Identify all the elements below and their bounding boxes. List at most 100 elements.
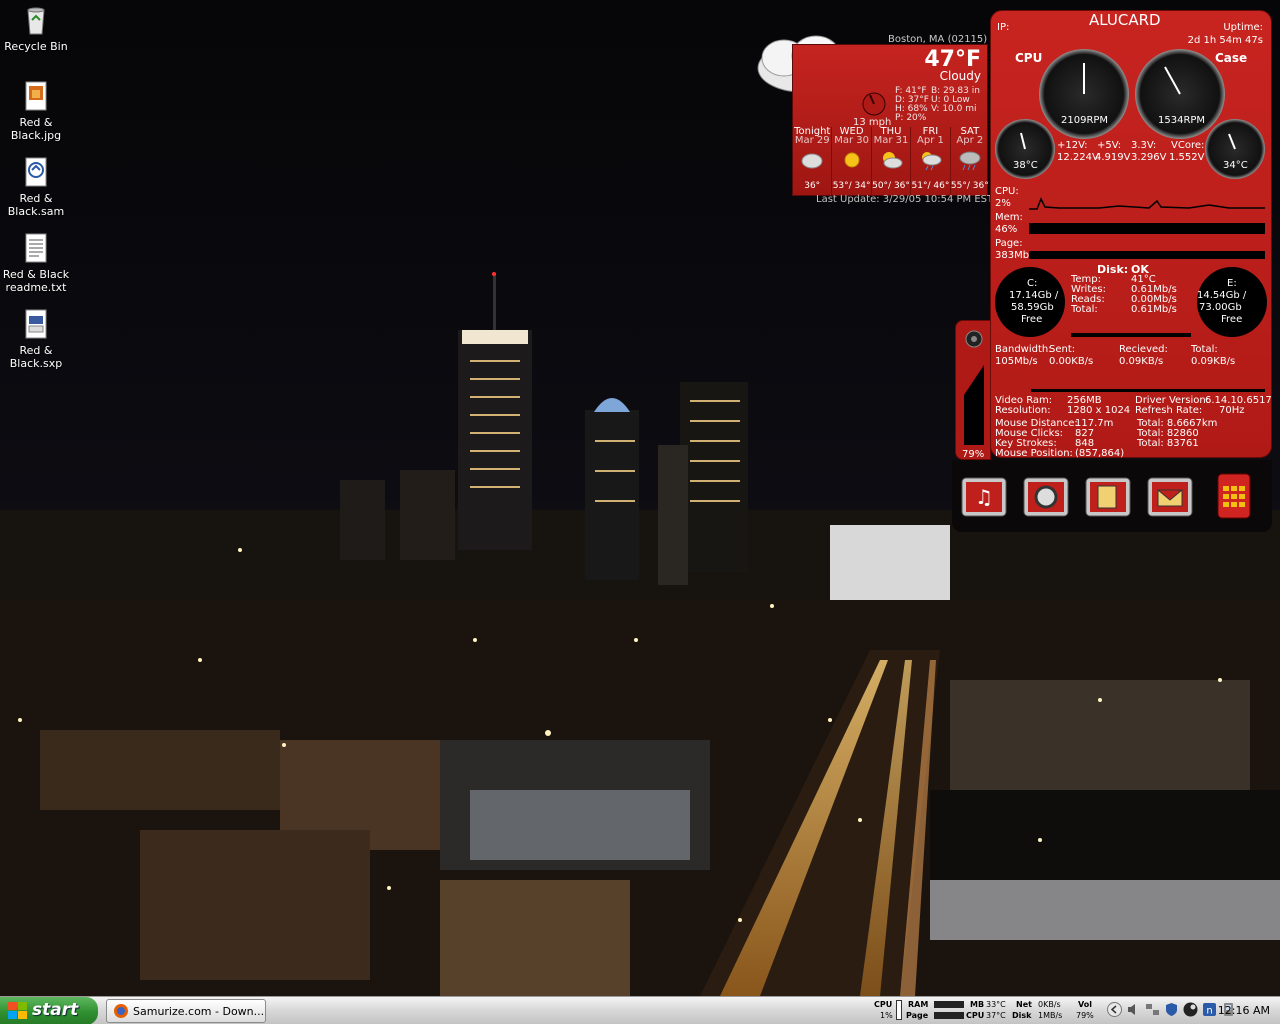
drive-e-free: Free [1221,314,1243,325]
chevron-left-icon[interactable] [1106,1001,1123,1018]
desktop-icon-red-black-jpg[interactable]: Red & Black.jpg [0,80,72,142]
security-icon[interactable] [1163,1001,1180,1018]
voltage-value: 4.919V [1095,152,1131,163]
svg-text:n: n [1206,1006,1212,1017]
volume-meter[interactable]: 79% [955,320,991,460]
forecast-temps: 36° [804,181,821,191]
start-label: start [32,1000,79,1020]
forecast-temps: 55°/ 36° [950,181,989,191]
text-file-icon [25,233,47,263]
desktop-icon-label: Red & Black.jpg [10,116,62,142]
cpu-usage-graph [1029,191,1265,211]
weather-widget[interactable]: 47°F Cloudy 13 mph F: 41°F D: 37°F H: 68… [792,44,989,196]
drive-e-label: E: [1227,278,1237,289]
tray-ram-label: RAM [908,1000,929,1009]
tray-net-up: 1MB/s [1038,1011,1063,1020]
sent-label: Sent: [1049,344,1076,355]
showers-icon [922,152,942,171]
desktop-icon-readme-txt[interactable]: Red & Black readme.txt [0,232,72,294]
steam-icon[interactable] [1182,1001,1199,1018]
taskbar: start Samurize.com - Down... CPU 1% RAM … [0,996,1280,1024]
page-file-label: Page: [995,238,1023,249]
case-fan-rpm: 1534RPM [1158,115,1206,126]
desktop-icon-label: Red & Black.sam [7,192,65,218]
cpu-temp: 38°C [1013,160,1038,171]
settings-icon[interactable] [1020,470,1072,522]
disk-activity-bar [1071,333,1191,337]
disk-label: Disk: [1097,263,1129,276]
messenger-icon[interactable]: n [1201,1001,1218,1018]
sun-icon [844,152,860,168]
volume-value: 79% [962,449,985,460]
tray-cpu-value: 1% [880,1011,893,1020]
image-file-icon [25,81,47,111]
desktop-icon-recycle-bin[interactable]: Recycle Bin [0,4,72,53]
forecast-day: Tonight Mar 29 36° [793,127,833,195]
tray-cpu-temp-label: CPU [966,1011,985,1020]
volume-level-bar [964,365,984,445]
drive-e-used: 14.54Gb / [1197,290,1247,301]
cpu-fan-rpm: 2109RPM [1061,115,1109,126]
voltage-label: 3.3V: [1131,140,1157,151]
tray-cpu-bar [896,1000,902,1020]
speaker-icon[interactable] [1125,1001,1142,1018]
tray-mb-label: MB [970,1000,985,1009]
mail-icon[interactable] [1144,470,1196,522]
sxp-file-icon [25,309,47,339]
voltage-label: +12V: [1057,140,1088,151]
sent-value: 0.00KB/s [1049,356,1094,367]
sam-file-icon [25,157,47,187]
desktop-icon-label: Red & Black.sxp [9,344,63,370]
voltage-label: VCore: [1171,140,1205,151]
tray-disk-label: Disk [1012,1011,1032,1020]
drive-c-free: Free [1021,314,1043,325]
forecast-day: SAT Apr 2 55°/ 36° [951,127,989,195]
files-icon[interactable] [1082,470,1134,522]
launcher-bar: ♫ [952,460,1272,532]
weather-forecast: Tonight Mar 29 36° WED Mar 30 53°/ 34° T… [793,127,989,195]
resolution-label: Resolution: [995,405,1051,416]
drive-e-total: 73.00Gb [1199,302,1242,313]
forecast-temps: 51°/ 46° [911,181,950,191]
taskbar-window-label: Samurize.com - Down... [133,1005,265,1018]
weather-detail: V: 10.0 mi [931,104,977,114]
cpu-usage-label: CPU: [995,186,1019,197]
bandwidth-value: 105Mb/s [995,356,1038,367]
refresh-rate-value: 70Hz [1219,405,1245,416]
speaker-icon [965,330,983,348]
memory-usage-value: 46% [995,224,1018,235]
voltage-value: 3.296V [1131,152,1167,163]
music-icon[interactable]: ♫ [958,470,1010,522]
tray-vol-value: 79% [1076,1011,1094,1020]
network-graph [1031,389,1265,392]
tray-vol-label: Vol [1078,1000,1092,1009]
tray-ram-bar [934,1001,964,1008]
desktop-icon-red-black-sam[interactable]: Red & Black.sam [0,156,72,218]
tray-page-label: Page [906,1011,929,1020]
desktop-icon-label: Recycle Bin [4,40,68,53]
svg-text:♫: ♫ [975,485,993,509]
mouse-total: Total: 83761 [1137,438,1199,449]
forecast-temps: 50°/ 36° [872,181,910,191]
wind-dial-icon [862,92,886,116]
taskbar-clock[interactable]: 12:16 AM [1218,1004,1270,1017]
weather-detail: P: 20% [895,113,927,123]
tray-cpu-temp: 37°C [986,1011,1006,1020]
tray-net-down: 0KB/s [1038,1000,1061,1009]
weather-last-update: Last Update: 3/29/05 10:54 PM EST [816,194,994,205]
cpu-usage-value: 2% [995,198,1011,209]
voltage-value: 1.552V [1169,152,1205,163]
taskbar-window-button[interactable]: Samurize.com - Down... [106,999,266,1023]
drive-c-used: 17.14Gb / [1009,290,1059,301]
desktop-icon-red-black-sxp[interactable]: Red & Black.sxp [0,308,72,370]
calculator-icon[interactable] [1208,470,1260,522]
tray-page-bar [934,1012,964,1019]
network-icon[interactable] [1144,1001,1161,1018]
net-total-label: Total: [1191,344,1218,355]
case-temp: 34°C [1223,160,1248,171]
mouse-stat-value: (857,864) [1075,448,1125,459]
mouse-stat-label: Mouse Position: [995,448,1073,459]
disk-stat-value: 0.61Mb/s [1131,304,1177,315]
system-monitor-panel: IP: ALUCARD Uptime: 2d 1h 54m 47s CPU Ca… [990,10,1272,459]
start-button[interactable]: start [0,997,98,1024]
